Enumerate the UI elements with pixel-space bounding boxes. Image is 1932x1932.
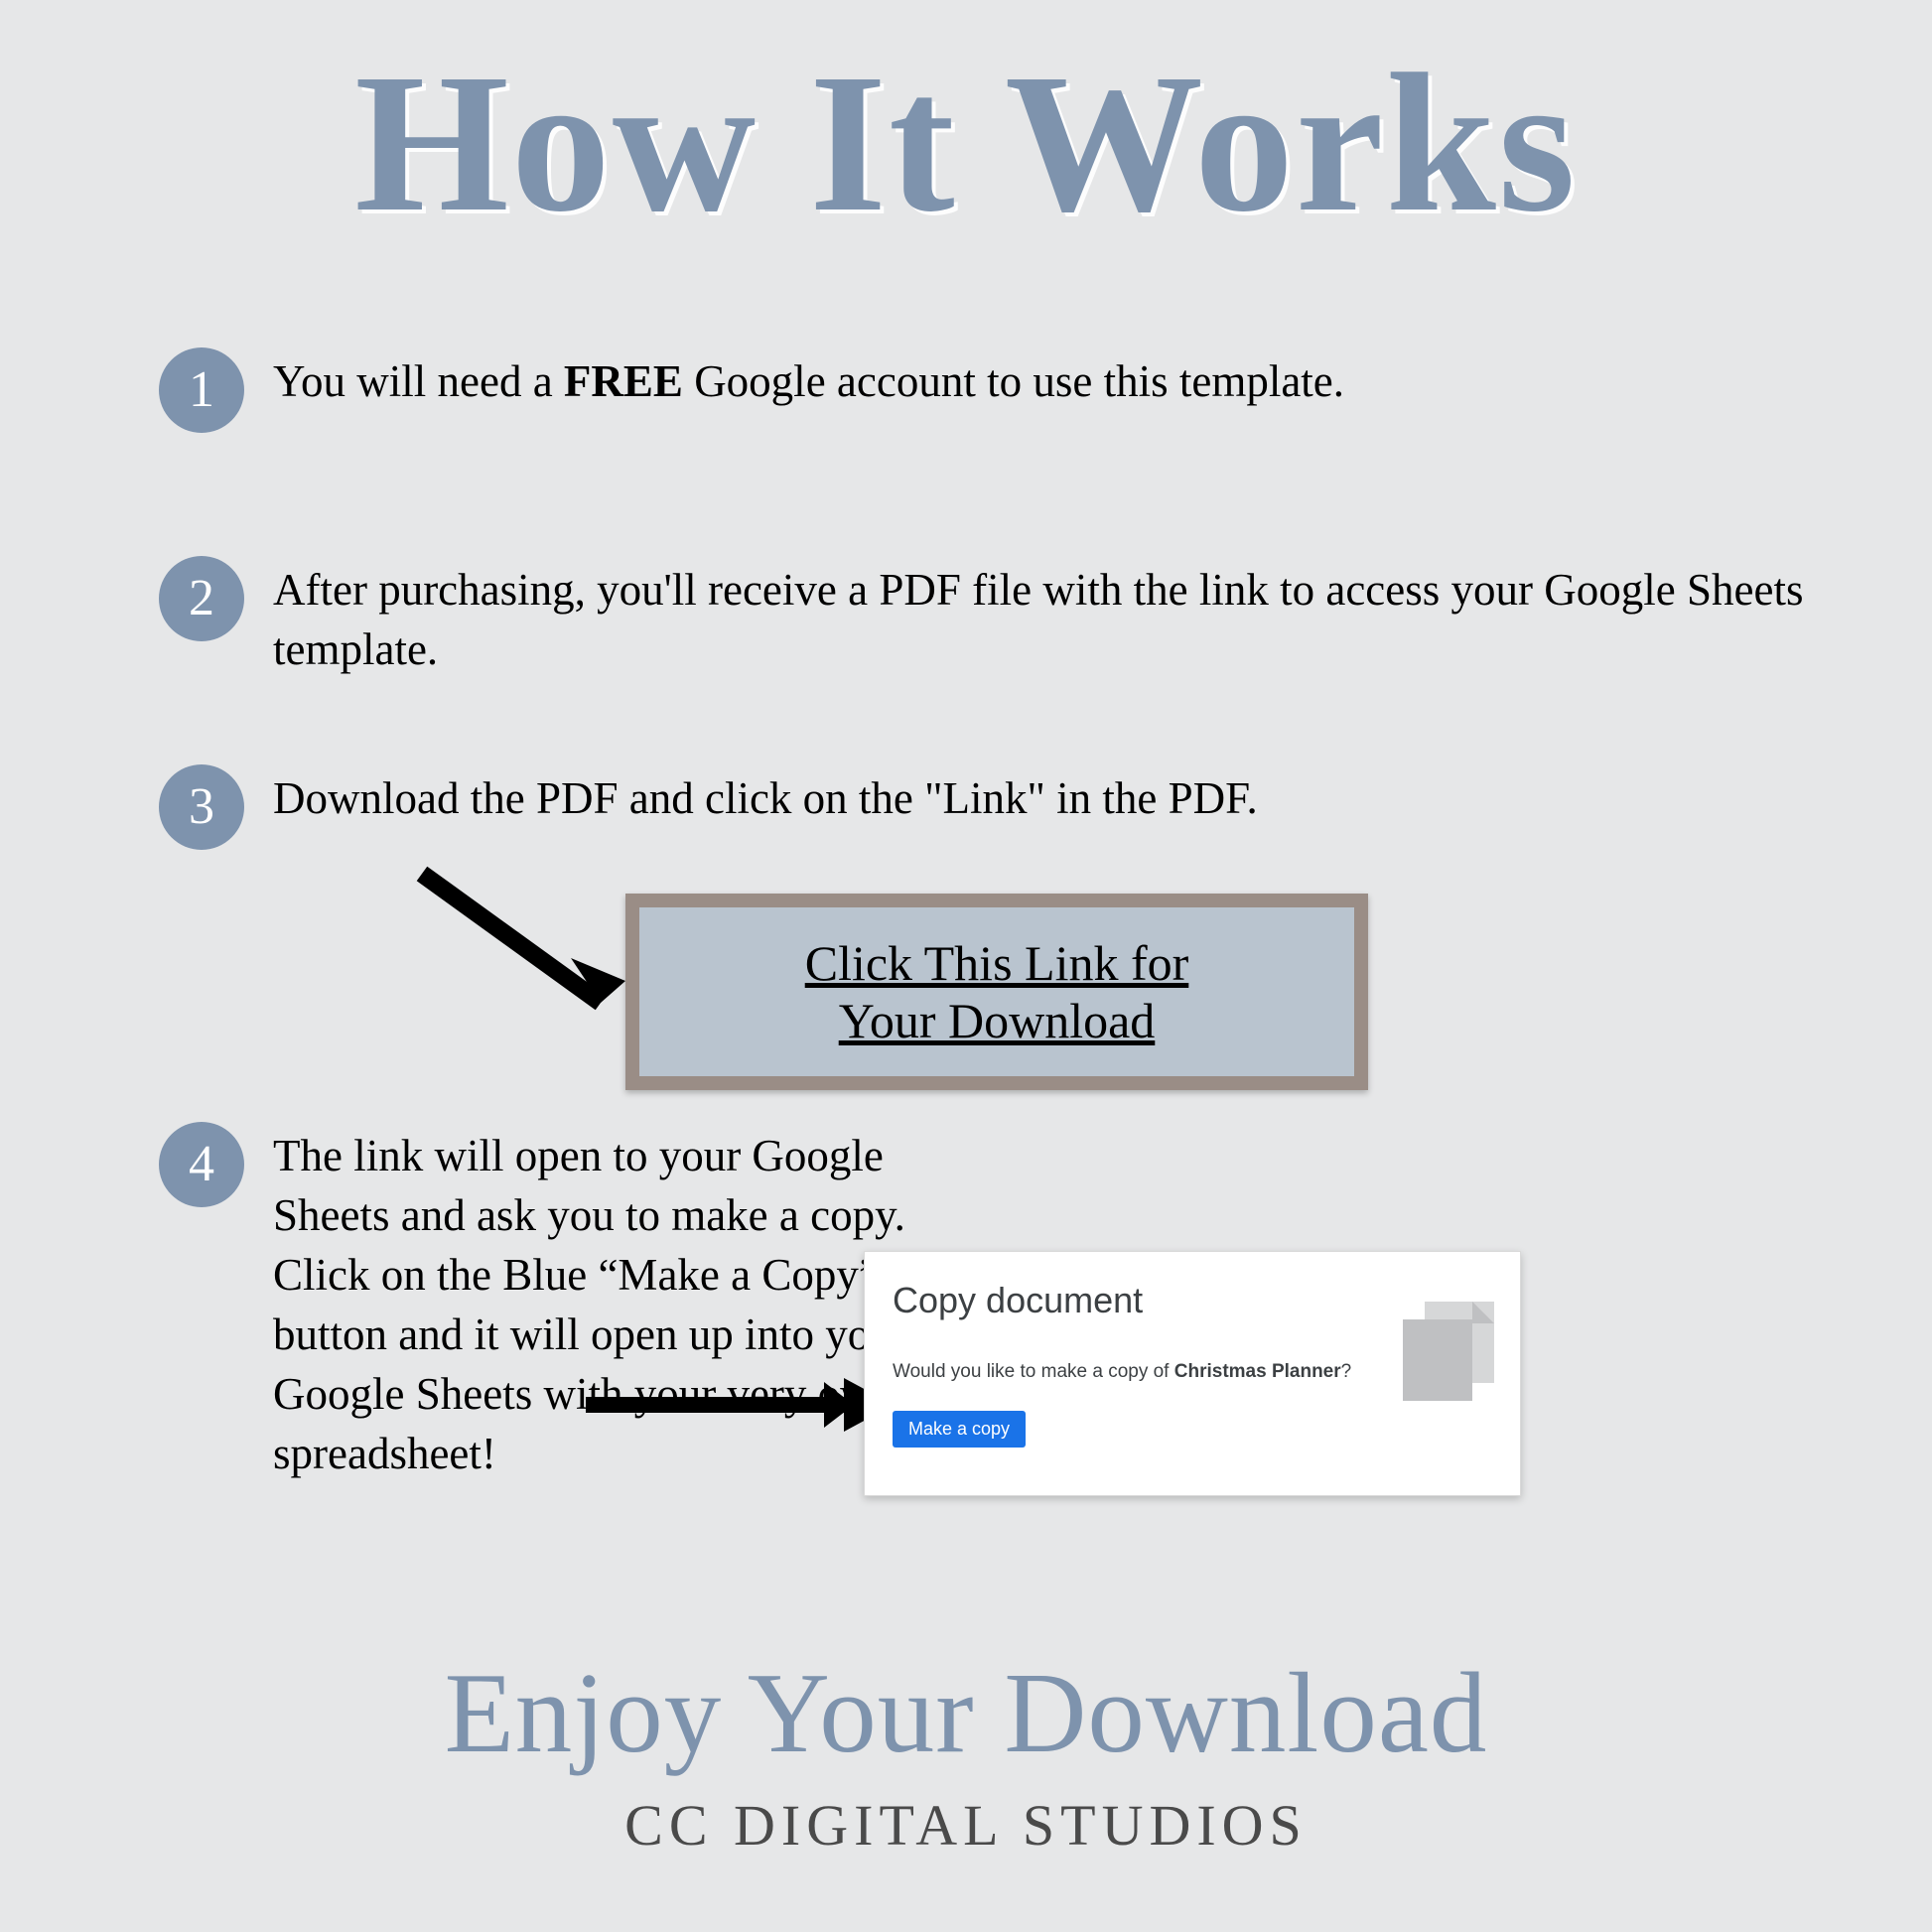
step-1-text-a: You will need a [273,356,564,406]
arrow-down-right-icon [402,864,660,1042]
step-4-number-badge: 4 [159,1122,244,1207]
arrow-right-icon [576,1370,903,1440]
pdf-link-preview: Click This Link for Your Download [625,894,1368,1090]
step-1-number-badge: 1 [159,347,244,433]
document-copy-icon [1403,1302,1492,1401]
step-2-number-badge: 2 [159,556,244,641]
how-it-works-page: How It Works 1 You will need a FREE Goog… [0,0,1932,1932]
pdf-link-text[interactable]: Click This Link for Your Download [805,934,1189,1049]
step-3-text: Download the PDF and click on the "Link"… [273,768,1822,828]
step-1-text-c: Google account to use this template. [683,356,1344,406]
copy-dialog-question: Would you like to make a copy of Christm… [893,1361,1351,1383]
step-3-number-badge: 3 [159,764,244,850]
enjoy-caption: Enjoy Your Download [0,1648,1932,1779]
page-title: How It Works [0,30,1932,257]
step-2-text: After purchasing, you'll receive a PDF f… [273,560,1822,679]
copy-dialog-title: Copy document [893,1280,1143,1321]
make-a-copy-button[interactable]: Make a copy [893,1411,1026,1448]
step-1-text: You will need a FREE Google account to u… [273,351,1822,411]
copy-document-dialog-preview: Copy document Would you like to make a c… [864,1251,1521,1496]
brand-name: CC DIGITAL STUDIOS [0,1797,1932,1855]
copy-q-a: Would you like to make a copy of [893,1361,1174,1382]
step-1-text-bold: FREE [564,356,683,406]
copy-q-docname: Christmas Planner [1174,1361,1341,1382]
copy-q-c: ? [1341,1361,1352,1382]
